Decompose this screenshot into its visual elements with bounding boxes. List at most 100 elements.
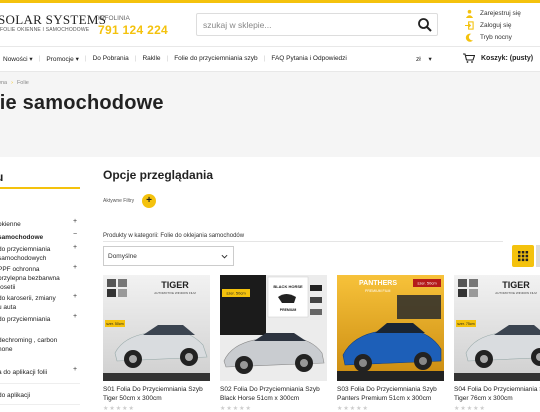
product-brand-sub: AUTOMOTIVE WINDOW FILM bbox=[495, 291, 537, 295]
logo[interactable]: SOLAR SYSTEMS bbox=[0, 12, 106, 28]
sidebar-item-label: do przyciemniania bbox=[0, 246, 51, 253]
currency-label: zł bbox=[416, 56, 421, 63]
expand-plus-icon[interactable]: + bbox=[73, 293, 77, 300]
sidebar-item-do-aplikacji[interactable]: do aplikacji bbox=[0, 391, 30, 400]
products-divider bbox=[103, 241, 503, 242]
sidebar-item-aplikacja-folii[interactable]: a do aplikacji folii bbox=[0, 368, 47, 377]
nav-item-nowosci[interactable]: Nowości ▾ bbox=[3, 55, 33, 63]
register-link[interactable]: Zarejestruj się bbox=[465, 9, 521, 18]
currency-selector[interactable]: zł ▾ bbox=[416, 55, 432, 63]
nav-item-promocje[interactable]: Promocje ▾ bbox=[46, 55, 79, 63]
nav-label: Nowości bbox=[3, 56, 28, 63]
sidebar-divider bbox=[0, 404, 80, 405]
sidebar-item-label: PPF ochronna bbox=[0, 266, 40, 273]
expand-plus-icon[interactable]: + bbox=[73, 218, 77, 225]
options-title: Opcje przeglądania bbox=[103, 168, 214, 182]
expand-plus-icon[interactable]: + bbox=[73, 313, 77, 320]
sidebar-item-samochodowe[interactable]: samochodowe bbox=[0, 233, 43, 242]
product-size: szer. 50cm bbox=[106, 322, 123, 326]
chevron-down-icon bbox=[221, 254, 228, 259]
sidebar-item-label: przylepna bezbarwna bbox=[0, 275, 60, 282]
product-image[interactable]: TIGER AUTOMOTIVE WINDOW FILM szer. 50cm bbox=[103, 275, 210, 381]
collapse-minus-icon[interactable]: − bbox=[73, 231, 77, 238]
nav-separator: | bbox=[263, 55, 266, 62]
top-accent-bar bbox=[0, 0, 540, 3]
sidebar-item-dechroming[interactable]: dechroming , carbon none bbox=[0, 336, 57, 354]
product-name[interactable]: S04 Folia Do Przyciemniania Szyb Tiger 7… bbox=[454, 385, 540, 403]
chevron-down-icon: ▾ bbox=[428, 56, 432, 63]
sidebar-item-przyciemnianie[interactable]: do przyciemniania samochodowych bbox=[0, 245, 50, 263]
register-label: Zarejestruj się bbox=[480, 10, 521, 17]
logo-subtitle: FOLIE OKIENNE I SAMOCHODOWE bbox=[0, 27, 90, 33]
add-filter-button[interactable]: + bbox=[142, 194, 156, 208]
night-mode-label: Tryb nocny bbox=[480, 34, 512, 41]
night-mode-toggle[interactable]: Tryb nocny bbox=[465, 33, 512, 42]
product-name[interactable]: S01 Folia Do Przyciemniania Szyb Tiger 5… bbox=[103, 385, 218, 403]
login-link[interactable]: Zaloguj się bbox=[465, 21, 511, 30]
sidebar-item-karoseria[interactable]: do karoserii, zmiany u auta bbox=[0, 294, 56, 312]
sort-value: Domyślne bbox=[108, 253, 137, 260]
nav-item-do-pobrania[interactable]: Do Pobrania bbox=[93, 55, 129, 63]
product-rating: ★★★★★ bbox=[337, 406, 369, 412]
search-input[interactable] bbox=[203, 17, 403, 33]
moon-icon bbox=[465, 33, 474, 42]
sidebar-item-label: dechroming , carbon bbox=[0, 337, 58, 344]
sidebar-item-label: do karoserii, zmiany bbox=[0, 295, 56, 302]
list-view-button[interactable] bbox=[536, 245, 540, 267]
product-size: szer. 50cm bbox=[226, 291, 246, 296]
products-category-label: Produkty w kategorii: Folie do oklejania… bbox=[103, 233, 245, 239]
login-label: Zaloguj się bbox=[480, 22, 512, 29]
expand-plus-icon[interactable]: + bbox=[73, 366, 77, 373]
product-brand: BLACK HORSE bbox=[273, 284, 303, 289]
sort-select[interactable]: Domyślne bbox=[103, 246, 234, 266]
product-name[interactable]: S03 Folia Do Przyciemniania Szyb Panters… bbox=[337, 385, 452, 403]
breadcrumb-separator-icon: › bbox=[11, 80, 13, 86]
sidebar-item-label: samochodowych bbox=[0, 255, 47, 262]
nav-item-faq[interactable]: FAQ Pytania i Odpowiedzi bbox=[271, 55, 347, 63]
phone-number[interactable]: 791 124 224 bbox=[98, 23, 168, 37]
product-rating: ★★★★★ bbox=[454, 406, 486, 412]
nav-item-folie[interactable]: Folie do przyciemniania szyb bbox=[174, 55, 257, 63]
product-image[interactable]: TIGER AUTOMOTIVE WINDOW FILM szer. 75cm bbox=[454, 275, 540, 381]
sidebar-item-okienne[interactable]: okienne bbox=[0, 220, 21, 229]
chevron-down-icon: ▾ bbox=[29, 56, 33, 63]
cart-button[interactable]: Koszyk: (pusty) bbox=[463, 53, 533, 63]
breadcrumb-current[interactable]: Folie bbox=[17, 80, 29, 86]
breadcrumb-home[interactable]: wna bbox=[0, 80, 7, 86]
user-plus-icon bbox=[465, 9, 474, 18]
chevron-down-icon: ▾ bbox=[75, 56, 79, 63]
sidebar-divider bbox=[0, 383, 80, 384]
search-box bbox=[196, 13, 438, 36]
product-image[interactable]: PANTHERS PREMIUM FILM szer. 50cm bbox=[337, 275, 444, 381]
breadcrumb: wna › Folie bbox=[0, 80, 29, 86]
infolinia-label: INFOLINIA bbox=[98, 15, 130, 22]
expand-plus-icon[interactable]: + bbox=[73, 244, 77, 251]
nav-label: Promocje bbox=[46, 56, 74, 63]
grid-view-button[interactable] bbox=[512, 245, 534, 267]
grid-icon bbox=[518, 251, 529, 262]
product-rating: ★★★★★ bbox=[220, 406, 252, 412]
product-brand-sub: PREMIUM FILM bbox=[365, 289, 391, 293]
search-icon[interactable] bbox=[417, 17, 433, 33]
sidebar-item-ppf[interactable]: PPF ochronna przylepna bezbarwna rosetii bbox=[0, 265, 60, 292]
product-brand: PANTHERS bbox=[359, 280, 397, 287]
product-size: szer. 75cm bbox=[457, 322, 474, 326]
active-filters-label: Aktywne Filtry bbox=[103, 198, 135, 204]
sidebar-item-przyciemniania[interactable]: do przyciemniania bbox=[0, 315, 50, 324]
page-title: lie samochodowe bbox=[0, 92, 164, 114]
header-divider bbox=[0, 46, 540, 47]
nav-item-raklle[interactable]: Raklle bbox=[142, 55, 160, 63]
nav-separator: | bbox=[134, 55, 137, 62]
product-rating: ★★★★★ bbox=[103, 406, 135, 412]
nav-separator: | bbox=[38, 55, 41, 62]
sidebar-title-underline bbox=[0, 187, 80, 189]
expand-plus-icon[interactable]: + bbox=[73, 264, 77, 271]
sidebar-title: u bbox=[0, 170, 3, 184]
login-icon bbox=[465, 21, 474, 30]
nav-separator: | bbox=[166, 55, 169, 62]
product-brand-sub: PREMIUM bbox=[280, 308, 297, 312]
sidebar-item-label: rosetii bbox=[0, 284, 16, 291]
sidebar-item-label: u auta bbox=[0, 304, 17, 311]
product-name[interactable]: S02 Folia Do Przyciemniania Szyb Black H… bbox=[220, 385, 335, 403]
product-image[interactable]: szer. 50cm BLACK HORSE PREMIUM bbox=[220, 275, 327, 381]
